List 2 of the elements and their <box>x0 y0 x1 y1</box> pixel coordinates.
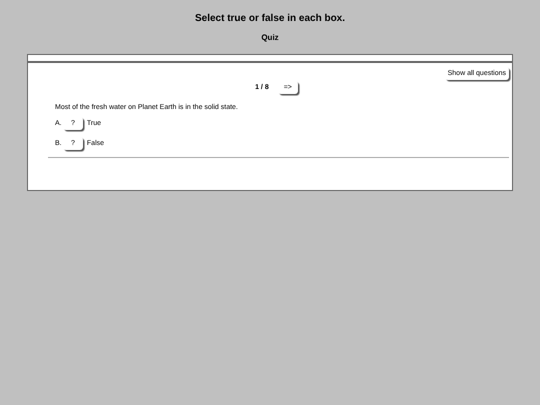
quiz-title: Quiz <box>260 33 280 42</box>
page-title: Select true or false in each box. <box>194 13 346 26</box>
